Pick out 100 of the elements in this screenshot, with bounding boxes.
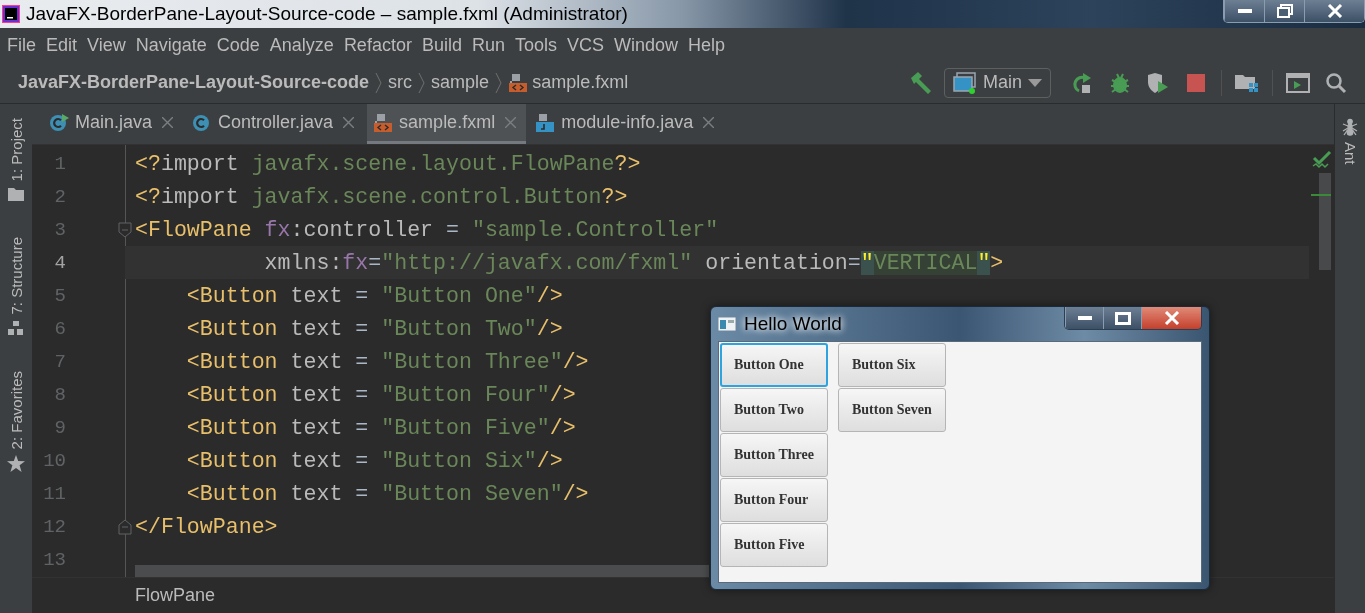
button[interactable]: Button Four — [720, 478, 828, 522]
close-icon — [1163, 311, 1180, 325]
menu-item[interactable]: Analyze — [264, 34, 339, 56]
app-icon — [2, 5, 20, 23]
menu-item[interactable]: Code — [211, 34, 265, 56]
editor-tab[interactable]: module-info.java — [529, 104, 725, 144]
breadcrumb-item[interactable]: JavaFX-BorderPane-Layout-Source-code — [18, 72, 370, 93]
coverage-icon[interactable] — [1146, 71, 1170, 94]
code-line: <Button text = "Button Three"/> — [185, 349, 589, 374]
close-icon[interactable] — [343, 117, 355, 128]
line-number: 6 — [53, 317, 66, 340]
footer-breadcrumb[interactable]: FlowPane — [135, 585, 216, 606]
minimize-icon — [1237, 9, 1252, 13]
editor-tab[interactable]: Main.java — [43, 104, 184, 144]
minimize-icon — [1077, 316, 1092, 320]
scrollbar-thumb[interactable] — [135, 565, 709, 577]
close-icon — [1326, 4, 1343, 18]
menu-item[interactable]: File — [2, 34, 41, 56]
code-line: <Button text = "Button Five"/> — [185, 415, 576, 440]
code-line: </FlowPane> — [135, 514, 278, 539]
scrollbar-thumb[interactable] — [1319, 173, 1331, 270]
chevron-icon — [495, 71, 503, 94]
breadcrumb-item[interactable]: src — [388, 72, 413, 93]
code-line: <Button text = "Button Six"/> — [185, 448, 563, 473]
window-title: Hello World — [744, 313, 842, 335]
restore-icon — [1276, 4, 1293, 18]
menu-item[interactable]: Window — [609, 34, 684, 56]
module-file-icon — [535, 112, 556, 133]
code-line: <FlowPane fx:controller = "sample.Controller" — [135, 217, 719, 242]
code-line: <?import javafx.scene.layout.FlowPane?> — [135, 151, 641, 176]
line-number: 11 — [42, 482, 66, 505]
button[interactable]: Button Seven — [838, 388, 946, 432]
caret-icon — [1028, 78, 1042, 87]
restore-button[interactable] — [1264, 0, 1304, 22]
close-button[interactable] — [1141, 307, 1201, 329]
close-button[interactable] — [1304, 0, 1364, 22]
tool-window-button[interactable]: 1: Project — [7, 118, 25, 202]
line-number: 13 — [42, 548, 66, 571]
project-structure-icon[interactable] — [1235, 72, 1259, 93]
menu-item[interactable]: VCS — [562, 34, 609, 56]
breadcrumb-item[interactable]: sample — [431, 72, 490, 93]
breadcrumb-item[interactable]: sample.fxml — [508, 72, 629, 93]
line-number: 4 — [53, 251, 66, 274]
rerun-icon[interactable] — [1071, 71, 1093, 94]
stop-icon[interactable] — [1187, 73, 1205, 92]
menu-item[interactable]: Tools — [509, 34, 562, 56]
fxml-file-icon — [508, 72, 529, 93]
editor-tab[interactable]: sample.fxml — [367, 104, 527, 144]
line-number: 3 — [53, 218, 66, 241]
window-title: JavaFX-BorderPane-Layout-Source-code – sample.fxml (Administrator) — [26, 3, 628, 25]
structure-icon — [8, 320, 24, 335]
menu-item[interactable]: Navigate — [130, 34, 212, 56]
code-line: <Button text = "Button One"/> — [185, 283, 563, 308]
menu-item[interactable]: View — [82, 34, 131, 56]
line-number: 5 — [53, 284, 66, 307]
line-number: 12 — [42, 515, 66, 538]
menu-item[interactable]: Edit — [41, 34, 83, 56]
maximize-icon — [1114, 311, 1131, 325]
button[interactable]: Button Two — [720, 388, 828, 432]
hammer-icon[interactable] — [909, 71, 933, 94]
code-line: <Button text = "Button Seven"/> — [185, 481, 589, 506]
menu-item[interactable]: Help — [683, 34, 731, 56]
run-configuration-dropdown[interactable]: Main — [944, 67, 1051, 98]
menu-item[interactable]: Build — [416, 34, 467, 56]
minimize-button[interactable] — [1065, 307, 1103, 329]
fxml-file-icon — [373, 112, 394, 133]
minimize-button[interactable] — [1224, 0, 1264, 22]
star-icon — [7, 455, 25, 473]
editor-tab[interactable]: Controller.java — [186, 104, 365, 144]
bug-icon[interactable] — [1109, 71, 1131, 94]
tool-window-button[interactable]: Ant — [1341, 118, 1359, 165]
menu-item[interactable]: Refactor — [338, 34, 417, 56]
line-number: 1 — [53, 152, 66, 175]
search-icon[interactable] — [1325, 71, 1347, 94]
line-number: 8 — [53, 383, 66, 406]
code-line: <Button text = "Button Two"/> — [185, 316, 563, 341]
window-icon — [953, 71, 977, 94]
folder-icon — [8, 187, 24, 202]
button[interactable]: Button Six — [838, 343, 946, 387]
tool-window-button[interactable]: 7: Structure — [7, 237, 25, 335]
code-line: <Button text = "Button Four"/> — [185, 382, 576, 407]
line-number: 2 — [53, 185, 66, 208]
menu-item[interactable]: Run — [466, 34, 510, 56]
close-icon[interactable] — [162, 117, 174, 128]
chevron-icon — [375, 71, 383, 94]
tool-window-button[interactable]: 2: Favorites — [7, 370, 25, 473]
code-line: <?import javafx.scene.control.Button?> — [135, 184, 628, 209]
button[interactable]: Button Five — [720, 523, 828, 567]
chevron-icon — [418, 71, 426, 94]
close-icon[interactable] — [703, 117, 715, 128]
class-run-icon — [49, 112, 69, 133]
check-icon — [1312, 151, 1332, 169]
line-number: 9 — [53, 416, 66, 439]
line-number: 10 — [42, 449, 66, 472]
button[interactable]: Button Three — [720, 433, 828, 477]
button[interactable]: Button One — [720, 343, 828, 387]
terminal-icon[interactable] — [1286, 72, 1310, 93]
ant-icon — [1341, 118, 1359, 136]
maximize-button[interactable] — [1103, 307, 1141, 329]
code-line: xmlns:fx="http://javafx.com/fxml" orientation="VERTICAL"> — [263, 250, 1004, 275]
